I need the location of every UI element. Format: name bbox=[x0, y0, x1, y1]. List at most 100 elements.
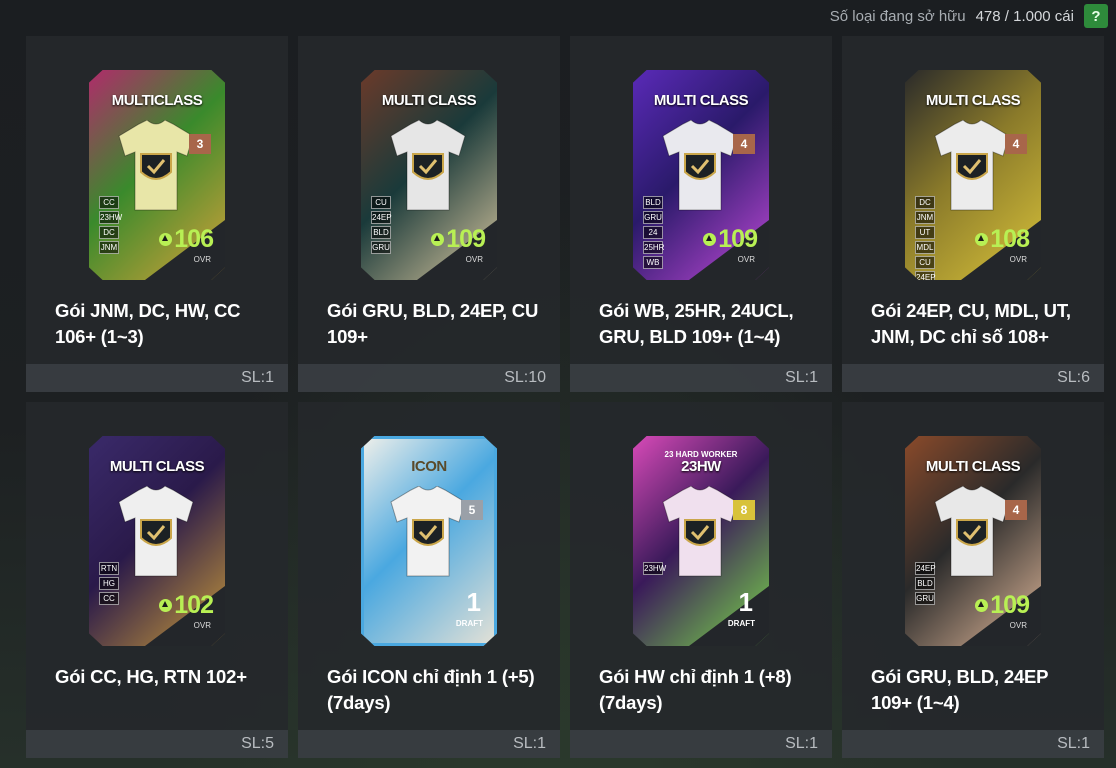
class-tags: 23HW bbox=[643, 562, 667, 575]
class-tag: CU bbox=[915, 256, 935, 269]
pack-title: Gói GRU, BLD, 24EP, CU 109+ bbox=[327, 300, 539, 347]
pack-quantity: SL:1 bbox=[785, 735, 818, 752]
pack-card-area: MULTI CLASS 4 DC JNM UT MDL CU 24EP 108 OVR bbox=[842, 70, 1104, 310]
class-tags: CU 24EP BLD GRU bbox=[371, 196, 392, 254]
ovr-label: OVR bbox=[465, 255, 483, 264]
class-tag: DC bbox=[99, 226, 119, 239]
card-banner: 23HW bbox=[681, 458, 721, 475]
pack-footer: SL:6 bbox=[842, 364, 1104, 392]
pack-quantity: SL:10 bbox=[504, 369, 546, 386]
pack-card-area: 23 HARD WORKER 23HW 8 23HW 1 DRAFT bbox=[570, 436, 832, 676]
class-tags: RTN HG CC bbox=[99, 562, 119, 605]
pack-card: ICON 5 1 DRAFT bbox=[361, 436, 497, 646]
class-tag: JNM bbox=[915, 211, 935, 224]
shirt-icon bbox=[934, 486, 1010, 577]
ovr-value: 102 bbox=[159, 591, 214, 620]
class-tag: JNM bbox=[99, 241, 119, 254]
class-tag: HG bbox=[99, 577, 119, 590]
class-tag: 23HW bbox=[643, 562, 667, 575]
shirt-icon bbox=[934, 120, 1010, 211]
class-tag: UT bbox=[915, 226, 935, 239]
owned-count: 478 / 1.000 cái bbox=[975, 7, 1074, 25]
card-banner: MULTI CLASS bbox=[381, 92, 477, 109]
pack-tile[interactable]: MULTI CLASS 4 DC JNM UT MDL CU 24EP 108 OVR G… bbox=[842, 36, 1104, 392]
pack-tile[interactable]: ICON 5 1 DRAFT Gói ICON chỉ định 1 (+5) … bbox=[298, 402, 560, 758]
card-banner: ICON bbox=[411, 458, 447, 475]
pack-card: MULTI CLASS 4 DC JNM UT MDL CU 24EP 108 OVR bbox=[905, 70, 1041, 280]
card-banner: MULTI CLASS bbox=[925, 458, 1021, 475]
draft-label: DRAFT bbox=[727, 619, 755, 628]
pack-card: MULTI CLASS RTN HG CC 102 OVR bbox=[89, 436, 225, 646]
class-tag: GRU bbox=[643, 211, 663, 224]
top-bar: Số loại đang sở hữu 478 / 1.000 cái ? bbox=[0, 0, 1116, 32]
ovr-value: 109 bbox=[431, 225, 486, 254]
rank-badge: 4 bbox=[1005, 134, 1027, 154]
pack-card-area: MULTI CLASS CU 24EP BLD GRU 109 OVR bbox=[298, 70, 560, 310]
pack-card-area: MULTICLASS 3 CC 23HW DC JNM 106 OVR bbox=[26, 70, 288, 310]
class-tag: RTN bbox=[99, 562, 119, 575]
rank-badge: 3 bbox=[189, 134, 211, 154]
arrow-up-icon bbox=[431, 233, 445, 246]
pack-card-area: MULTI CLASS 4 24EP BLD GRU 109 OVR bbox=[842, 436, 1104, 676]
rank-badge: 5 bbox=[461, 500, 483, 520]
pack-title: Gói GRU, BLD, 24EP 109+ (1~4) bbox=[871, 666, 1048, 713]
pack-tile[interactable]: MULTI CLASS 4 24EP BLD GRU 109 OVR Gói GRU… bbox=[842, 402, 1104, 758]
shirt-icon bbox=[118, 120, 194, 211]
arrow-up-icon bbox=[975, 233, 989, 246]
pack-card-area: ICON 5 1 DRAFT bbox=[298, 436, 560, 676]
ovr-value: 109 bbox=[703, 225, 758, 254]
pack-quantity: SL:5 bbox=[241, 735, 274, 752]
pack-tile[interactable]: MULTI CLASS 4 BLD GRU 24 25HR WB 109 OVR Gói… bbox=[570, 36, 832, 392]
rank-badge: 4 bbox=[1005, 500, 1027, 520]
pack-footer: SL:5 bbox=[26, 730, 288, 758]
arrow-up-icon bbox=[159, 233, 173, 246]
card-corner bbox=[689, 586, 769, 646]
card-banner: MULTI CLASS bbox=[925, 92, 1021, 109]
pack-tile[interactable]: MULTICLASS 3 CC 23HW DC JNM 106 OVR Gói JNM… bbox=[26, 36, 288, 392]
card-banner: MULTI CLASS bbox=[109, 458, 205, 475]
class-tag: BLD bbox=[643, 196, 663, 209]
arrow-up-icon bbox=[975, 599, 989, 612]
pack-grid: MULTICLASS 3 CC 23HW DC JNM 106 OVR Gói JNM… bbox=[26, 36, 1104, 758]
ovr-value: 109 bbox=[975, 591, 1030, 620]
pack-footer: SL:1 bbox=[570, 364, 832, 392]
ovr-label: OVR bbox=[193, 255, 211, 264]
pack-tile[interactable]: 23 HARD WORKER 23HW 8 23HW 1 DRAFT Gói H… bbox=[570, 402, 832, 758]
pack-quantity: SL:6 bbox=[1057, 369, 1090, 386]
class-tag: WB bbox=[643, 256, 663, 269]
pack-quantity: SL:1 bbox=[513, 735, 546, 752]
shirt-icon bbox=[662, 486, 738, 577]
shirt-icon bbox=[390, 120, 466, 211]
rank-badge: 8 bbox=[733, 500, 755, 520]
help-button[interactable]: ? bbox=[1084, 4, 1108, 28]
pack-card-area: MULTI CLASS RTN HG CC 102 OVR bbox=[26, 436, 288, 676]
card-banner: MULTI CLASS bbox=[653, 92, 749, 109]
draft-number: 1 bbox=[738, 587, 753, 617]
class-tag: BLD bbox=[915, 577, 935, 590]
pack-title: Gói ICON chỉ định 1 (+5) (7days) bbox=[327, 666, 535, 713]
shirt-icon bbox=[118, 486, 194, 577]
pack-title: Gói WB, 25HR, 24UCL, GRU, BLD 109+ (1~4) bbox=[599, 300, 794, 347]
owned-label: Số loại đang sở hữu bbox=[829, 7, 966, 25]
ovr-label: OVR bbox=[1009, 621, 1027, 630]
class-tag: 24EP bbox=[915, 271, 936, 282]
ovr-value: 106 bbox=[159, 225, 214, 254]
arrow-up-icon bbox=[703, 233, 717, 246]
class-tag: CC bbox=[99, 592, 119, 605]
pack-card: MULTI CLASS 4 BLD GRU 24 25HR WB 109 OVR bbox=[633, 70, 769, 280]
class-tag: GRU bbox=[915, 592, 935, 605]
pack-tile[interactable]: MULTI CLASS RTN HG CC 102 OVR Gói CC, HG, … bbox=[26, 402, 288, 758]
pack-footer: SL:1 bbox=[26, 364, 288, 392]
pack-quantity: SL:1 bbox=[785, 369, 818, 386]
class-tags: 24EP BLD GRU bbox=[915, 562, 936, 605]
pack-card: MULTI CLASS 4 24EP BLD GRU 109 OVR bbox=[905, 436, 1041, 646]
class-tag: 24 bbox=[643, 226, 663, 239]
pack-card: MULTICLASS 3 CC 23HW DC JNM 106 OVR bbox=[89, 70, 225, 280]
pack-footer: SL:10 bbox=[298, 364, 560, 392]
class-tags: CC 23HW DC JNM bbox=[99, 196, 122, 254]
pack-title: Gói HW chỉ định 1 (+8) (7days) bbox=[599, 666, 792, 713]
class-tag: CU bbox=[371, 196, 391, 209]
pack-tile[interactable]: MULTI CLASS CU 24EP BLD GRU 109 OVR Gói GRU… bbox=[298, 36, 560, 392]
rank-badge: 4 bbox=[733, 134, 755, 154]
class-tags: BLD GRU 24 25HR WB bbox=[643, 196, 664, 269]
